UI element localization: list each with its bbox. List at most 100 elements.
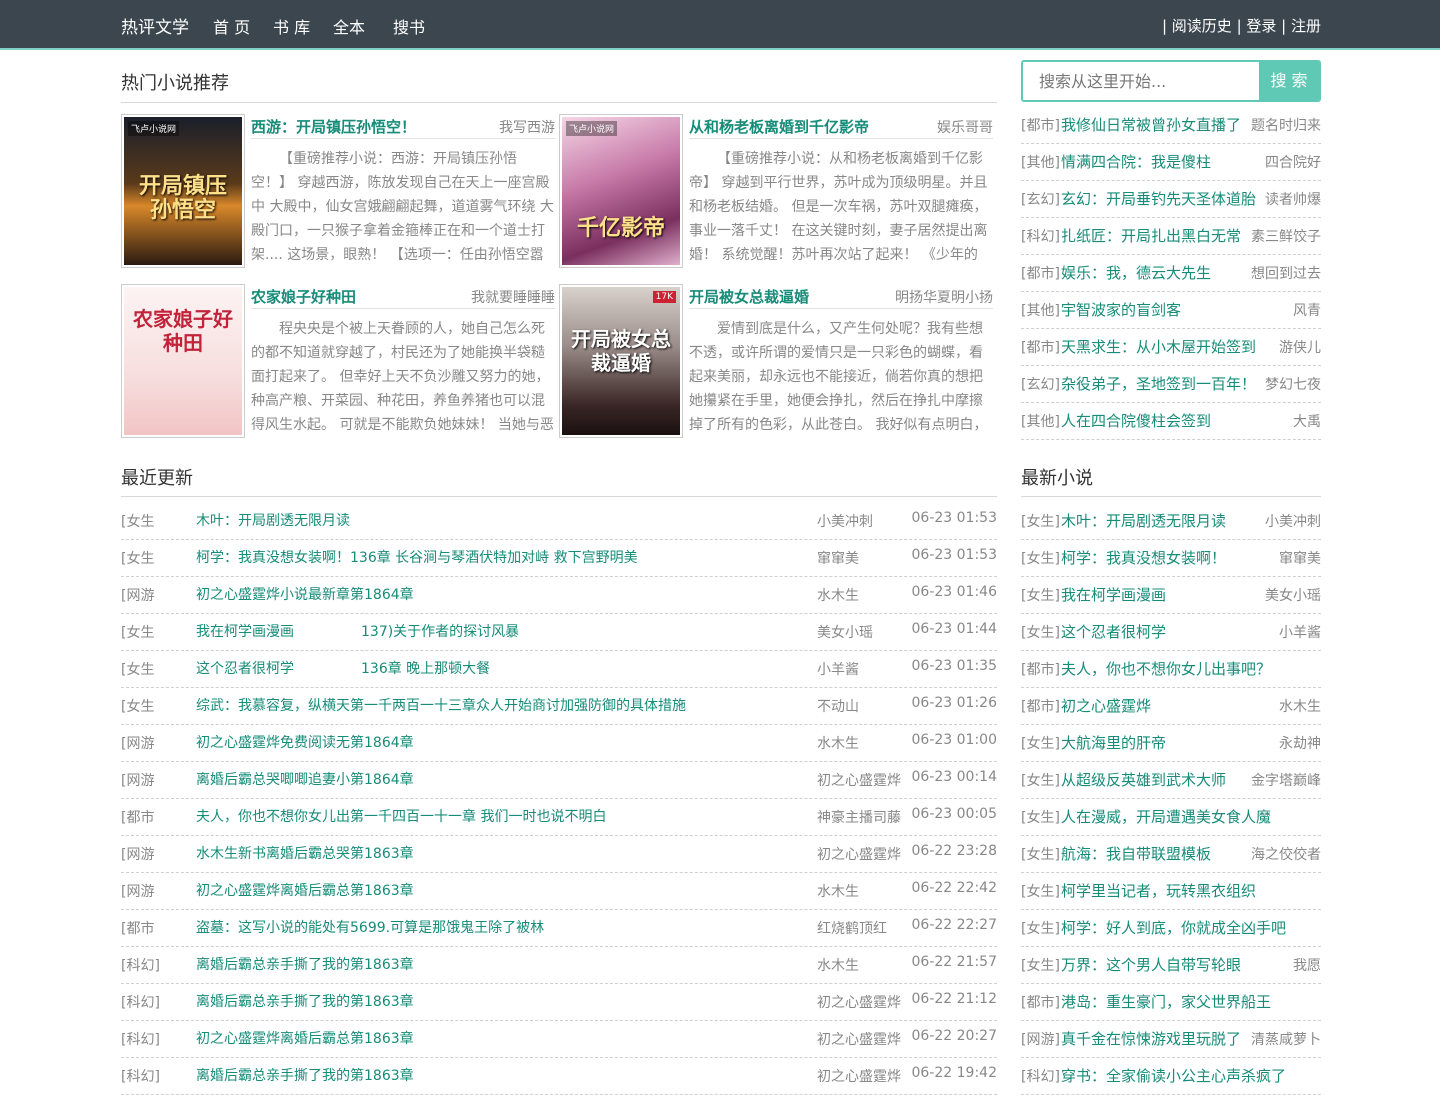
list-item[interactable]: [女生] 柯学：好人到底，你就成全凶手吧	[1021, 910, 1321, 947]
rank-item[interactable]: [玄幻] 杂役弟子，圣地签到一百年！ 梦幻七夜	[1021, 366, 1321, 403]
row-book-link[interactable]: 我在柯学画漫画	[196, 621, 294, 641]
rank-item[interactable]: [其他] 情满四合院：我是傻柱 四合院好	[1021, 144, 1321, 181]
rank-book-link[interactable]: 人在四合院傻柱会签到	[1061, 410, 1211, 431]
item-book-link[interactable]: 木叶：开局剧透无限月读	[1061, 510, 1226, 531]
item-book-link[interactable]: 柯学：好人到底，你就成全凶手吧	[1061, 917, 1286, 938]
rank-book-link[interactable]: 宇智波家的盲剑客	[1061, 299, 1181, 320]
row-book-link[interactable]: 这个忍者很柯学	[196, 658, 294, 678]
user-links[interactable]: | 阅读历史 | 登录 | 注册	[1162, 15, 1321, 36]
table-row[interactable]: [科幻] 离婚后霸总亲手撕了我的第1863章 水木生 06-22 21:57	[121, 947, 997, 984]
rank-book-link[interactable]: 情满四合院：我是傻柱	[1061, 151, 1211, 172]
hot-book-card[interactable]: 飞卢小说网 千亿影帝 从和杨老板离婚到千亿影帝 娱乐哥哥 【重磅推荐小说：从和杨…	[559, 114, 993, 268]
rank-book-link[interactable]: 天黑求生：从小木屋开始签到	[1061, 336, 1256, 357]
table-row[interactable]: [科幻] 离婚后霸总亲手撕了我的第1863章 初之心盛霆烨 06-22 21:12	[121, 984, 997, 1021]
rank-book-link[interactable]: 杂役弟子，圣地签到一百年！	[1061, 373, 1256, 394]
list-item[interactable]: [女生] 万界：这个男人自带写轮眼 我愿	[1021, 947, 1321, 984]
row-book-link[interactable]: 夫人，你也不想你女儿出第一千四百一十一章 我们一时也说不明白	[196, 806, 606, 826]
item-book-link[interactable]: 穿书：全家偷读小公主心声杀疯了	[1061, 1065, 1286, 1086]
hot-book-card[interactable]: 农家娘子好种田 农家娘子好种田 我就要睡睡睡 程央央是个被上天眷顾的人，她自己怎…	[121, 284, 555, 438]
rank-book-link[interactable]: 扎纸匠：开局扎出黑白无常	[1061, 225, 1241, 246]
item-book-link[interactable]: 真千金在惊悚游戏里玩脱了	[1061, 1028, 1241, 1049]
table-row[interactable]: [女生 我在柯学画漫画 137)关于作者的探讨风暴 美女小瑶 06-23 01:44	[121, 614, 997, 651]
table-row[interactable]: [都市 夫人，你也不想你女儿出第一千四百一十一章 我们一时也说不明白 神豪主播司藤 0…	[121, 799, 997, 836]
row-book-link[interactable]: 初之心盛霆烨离婚后霸总第1863章	[196, 1028, 414, 1048]
hot-book-card[interactable]: 飞卢小说网 开局镇压孙悟空 西游：开局镇压孙悟空！ 我写西游 【重磅推荐小说：西…	[121, 114, 555, 268]
list-item[interactable]: [都市] 夫人，你也不想你女儿出事吧？	[1021, 651, 1321, 688]
nav-completed[interactable]: 全本	[333, 14, 365, 38]
row-book-link[interactable]: 初之心盛霆烨小说最新章第1864章	[196, 584, 414, 604]
book-title-link[interactable]: 西游：开局镇压孙悟空！	[251, 116, 416, 137]
table-row[interactable]: [网游 初之心盛霆烨离婚后霸总第1863章 水木生 06-22 22:42	[121, 873, 997, 910]
rank-item[interactable]: [都市] 我修仙日常被曾孙女直播了 题名时归来	[1021, 107, 1321, 144]
row-book-link[interactable]: 柯学：我真没想女装啊！136章 长谷涧与琴酒伏特加对峙 救下宫野明美	[196, 547, 638, 567]
row-book-link[interactable]: 初之心盛霆烨免费阅读无第1864章	[196, 732, 414, 752]
row-book-link[interactable]: 离婚后霸总亲手撕了我的第1863章	[196, 1065, 414, 1085]
item-book-link[interactable]: 初之心盛霆烨	[1061, 695, 1151, 716]
row-book-link[interactable]: 离婚后霸总亲手撕了我的第1863章	[196, 954, 414, 974]
list-item[interactable]: [女生] 大航海里的肝帝 永劫神	[1021, 725, 1321, 762]
rank-book-link[interactable]: 玄幻：开局垂钓先天圣体道胎	[1061, 188, 1256, 209]
list-item[interactable]: [女生] 从超级反英雄到武术大师 金字塔巅峰	[1021, 762, 1321, 799]
row-book-link[interactable]: 木叶：开局剧透无限月读	[196, 510, 350, 530]
list-item[interactable]: [科幻] 穿书：全家偷读小公主心声杀疯了	[1021, 1058, 1321, 1095]
list-item[interactable]: [女生] 木叶：开局剧透无限月读 小美冲刺	[1021, 503, 1321, 540]
table-row[interactable]: [网游 初之心盛霆烨免费阅读无第1864章 水木生 06-23 01:00	[121, 725, 997, 762]
row-chapter-link[interactable]: 136章 晚上那顿大餐	[361, 658, 490, 678]
book-cover[interactable]: 飞卢小说网 千亿影帝	[559, 114, 683, 268]
item-book-link[interactable]: 人在漫威，开局遭遇美女食人魔	[1061, 806, 1271, 827]
item-book-link[interactable]: 夫人，你也不想你女儿出事吧？	[1061, 658, 1271, 679]
list-item[interactable]: [女生] 这个忍者很柯学 小羊酱	[1021, 614, 1321, 651]
row-book-link[interactable]: 水木生新书离婚后霸总哭第1863章	[196, 843, 414, 863]
rank-item[interactable]: [科幻] 扎纸匠：开局扎出黑白无常 素三鲜饺子	[1021, 218, 1321, 255]
list-item[interactable]: [女生] 柯学里当记者，玩转黑衣组织	[1021, 873, 1321, 910]
book-title-link[interactable]: 从和杨老板离婚到千亿影帝	[689, 116, 869, 137]
book-title-link[interactable]: 开局被女总裁逼婚	[689, 286, 809, 307]
row-book-link[interactable]: 综武：我慕容复，纵横天第一千两百一十三章众人开始商讨加强防御的具体措施	[196, 695, 686, 715]
rank-book-link[interactable]: 我修仙日常被曾孙女直播了	[1061, 114, 1241, 135]
item-book-link[interactable]: 港岛：重生豪门，家父世界船王	[1061, 991, 1271, 1012]
list-item[interactable]: [都市] 初之心盛霆烨 水木生	[1021, 688, 1321, 725]
item-book-link[interactable]: 从超级反英雄到武术大师	[1061, 769, 1226, 790]
table-row[interactable]: [女生 柯学：我真没想女装啊！136章 长谷涧与琴酒伏特加对峙 救下宫野明美 窜窜美…	[121, 540, 997, 577]
table-row[interactable]: [科幻] 初之心盛霆烨离婚后霸总第1863章 初之心盛霆烨 06-22 20:27	[121, 1021, 997, 1058]
list-item[interactable]: [女生] 我在柯学画漫画 美女小瑶	[1021, 577, 1321, 614]
book-title-link[interactable]: 农家娘子好种田	[251, 286, 356, 307]
table-row[interactable]: [女生 这个忍者很柯学 136章 晚上那顿大餐 小羊酱 06-23 01:35	[121, 651, 997, 688]
table-row[interactable]: [科幻] 离婚后霸总亲手撕了我的第1863章 初之心盛霆烨 06-22 19:42	[121, 1058, 997, 1095]
list-item[interactable]: [女生] 人在漫威，开局遭遇美女食人魔	[1021, 799, 1321, 836]
nav-library[interactable]: 书 库	[273, 14, 310, 38]
item-book-link[interactable]: 柯学里当记者，玩转黑衣组织	[1061, 880, 1256, 901]
hot-book-card[interactable]: 17K 开局被女总裁逼婚 开局被女总裁逼婚 明扬华夏明小扬 爱情到底是什么，又产…	[559, 284, 993, 438]
book-cover[interactable]: 17K 开局被女总裁逼婚	[559, 284, 683, 438]
table-row[interactable]: [都市 盗墓：这写小说的能处有5699.可算是那饿鬼王除了被林 红烧鹤顶红 06-22…	[121, 910, 997, 947]
table-row[interactable]: [网游 离婚后霸总哭唧唧追妻小第1864章 初之心盛霆烨 06-23 00:14	[121, 762, 997, 799]
table-row[interactable]: [网游 水木生新书离婚后霸总哭第1863章 初之心盛霆烨 06-22 23:28	[121, 836, 997, 873]
item-book-link[interactable]: 这个忍者很柯学	[1061, 621, 1166, 642]
book-cover[interactable]: 农家娘子好种田	[121, 284, 245, 438]
search-input[interactable]	[1023, 62, 1261, 100]
item-book-link[interactable]: 大航海里的肝帝	[1061, 732, 1166, 753]
list-item[interactable]: [都市] 港岛：重生豪门，家父世界船王	[1021, 984, 1321, 1021]
rank-item[interactable]: [其他] 宇智波家的盲剑客 风青	[1021, 292, 1321, 329]
list-item[interactable]: [网游] 真千金在惊悚游戏里玩脱了 清蒸咸萝卜	[1021, 1021, 1321, 1058]
table-row[interactable]: [女生 综武：我慕容复，纵横天第一千两百一十三章众人开始商讨加强防御的具体措施 不动…	[121, 688, 997, 725]
row-book-link[interactable]: 离婚后霸总哭唧唧追妻小第1864章	[196, 769, 414, 789]
rank-book-link[interactable]: 娱乐：我，德云大先生	[1061, 262, 1211, 283]
rank-item[interactable]: [都市] 天黑求生：从小木屋开始签到 游侠儿	[1021, 329, 1321, 366]
rank-item[interactable]: [都市] 娱乐：我，德云大先生 想回到过去	[1021, 255, 1321, 292]
list-item[interactable]: [女生] 航海：我自带联盟模板 海之佼佼者	[1021, 836, 1321, 873]
book-cover[interactable]: 飞卢小说网 开局镇压孙悟空	[121, 114, 245, 268]
site-logo[interactable]: 热评文学	[121, 13, 189, 38]
rank-item[interactable]: [其他] 人在四合院傻柱会签到 大禹	[1021, 403, 1321, 440]
rank-item[interactable]: [玄幻] 玄幻：开局垂钓先天圣体道胎 读者帅爆	[1021, 181, 1321, 218]
item-book-link[interactable]: 我在柯学画漫画	[1061, 584, 1166, 605]
row-book-link[interactable]: 盗墓：这写小说的能处有5699.可算是那饿鬼王除了被林	[196, 917, 544, 937]
row-book-link[interactable]: 离婚后霸总亲手撕了我的第1863章	[196, 991, 414, 1011]
list-item[interactable]: [女生] 柯学：我真没想女装啊！ 窜窜美	[1021, 540, 1321, 577]
nav-search[interactable]: 搜书	[393, 14, 425, 38]
row-book-link[interactable]: 初之心盛霆烨离婚后霸总第1863章	[196, 880, 414, 900]
search-button[interactable]: 搜 索	[1259, 62, 1319, 100]
item-book-link[interactable]: 万界：这个男人自带写轮眼	[1061, 954, 1241, 975]
item-book-link[interactable]: 柯学：我真没想女装啊！	[1061, 547, 1226, 568]
item-book-link[interactable]: 航海：我自带联盟模板	[1061, 843, 1211, 864]
